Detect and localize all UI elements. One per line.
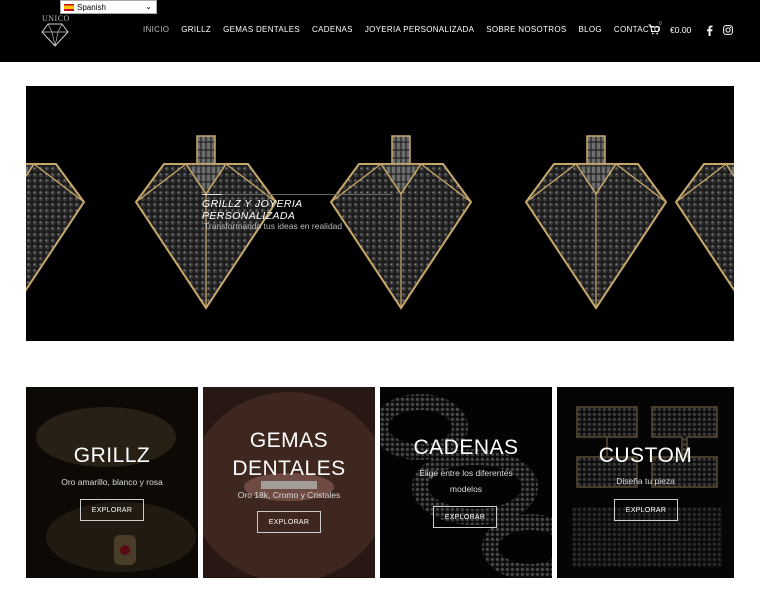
- site-logo[interactable]: UNICO: [38, 14, 72, 50]
- card-subtitle: Oro amarillo, blanco y rosa: [61, 477, 163, 487]
- hero-subtitle: Transformando tus ideas en realidad: [204, 221, 343, 231]
- explorar-button[interactable]: EXPLORAR: [614, 499, 678, 521]
- main-nav: INICIO GRILLZ GEMAS DENTALES CADENAS JOY…: [143, 25, 672, 34]
- language-label: Spanish: [77, 2, 106, 12]
- card-subtitle: Diseña tu pieza: [616, 476, 675, 486]
- cart-link[interactable]: 0 €0.00: [648, 21, 692, 35]
- card-title-line2: DENTALES: [232, 457, 346, 480]
- facebook-icon[interactable]: [706, 25, 713, 36]
- hero-banner: GRILLZ Y JOYERIA PERSONALIZADA Transform…: [26, 86, 734, 341]
- card-title: GRILLZ: [73, 444, 151, 467]
- card-title: CUSTOM: [598, 444, 693, 467]
- card-subtitle-line1: Elige entre los diferentes: [419, 468, 513, 478]
- chevron-down-icon: ⌄: [145, 2, 152, 11]
- nav-grillz[interactable]: GRILLZ: [181, 25, 211, 34]
- instagram-icon[interactable]: [723, 25, 733, 35]
- spain-flag-icon: [64, 3, 74, 11]
- nav-blog[interactable]: BLOG: [578, 25, 601, 34]
- card-subtitle-line2: modelos: [449, 484, 483, 494]
- nav-sobre-nosotros[interactable]: SOBRE NOSOTROS: [486, 25, 566, 34]
- category-card-gemas-dentales[interactable]: GEMAS DENTALES Oro 18k, Cromo y Cristale…: [203, 387, 375, 578]
- explorar-button[interactable]: EXPLORAR: [80, 499, 144, 521]
- explorar-button[interactable]: EXPLORAR: [433, 506, 497, 528]
- page: Spanish ⌄ UNICO INICIO GRILLZ GEMAS DENT…: [0, 0, 760, 600]
- cart-total: €0.00: [670, 24, 692, 35]
- card-subtitle: Oro 18k, Cromo y Cristales: [237, 490, 341, 500]
- card-title: CADENAS: [413, 436, 519, 459]
- language-select[interactable]: Spanish ⌄: [60, 0, 157, 14]
- card-title-line1: GEMAS: [249, 429, 329, 452]
- nav-joyeria-personalizada[interactable]: JOYERIA PERSONALIZADA: [365, 25, 474, 34]
- logo-text: UNICO: [42, 14, 70, 23]
- explorar-button[interactable]: EXPLORAR: [257, 511, 321, 533]
- hero-title: GRILLZ Y JOYERIA PERSONALIZADA: [202, 194, 392, 222]
- nav-inicio[interactable]: INICIO: [143, 25, 169, 34]
- cart-count: 0: [659, 21, 662, 27]
- category-card-grillz[interactable]: GRILLZ Oro amarillo, blanco y rosa EXPLO…: [26, 387, 198, 578]
- nav-gemas-dentales[interactable]: GEMAS DENTALES: [223, 25, 300, 34]
- category-card-custom[interactable]: CUSTOM Diseña tu pieza EXPLORAR: [557, 387, 734, 578]
- site-header: Spanish ⌄ UNICO INICIO GRILLZ GEMAS DENT…: [0, 0, 760, 62]
- social-links: [706, 25, 733, 36]
- smile-image: [203, 387, 375, 578]
- nav-cadenas[interactable]: CADENAS: [312, 25, 353, 34]
- category-card-cadenas[interactable]: CADENAS Elige entre los diferentes model…: [380, 387, 552, 578]
